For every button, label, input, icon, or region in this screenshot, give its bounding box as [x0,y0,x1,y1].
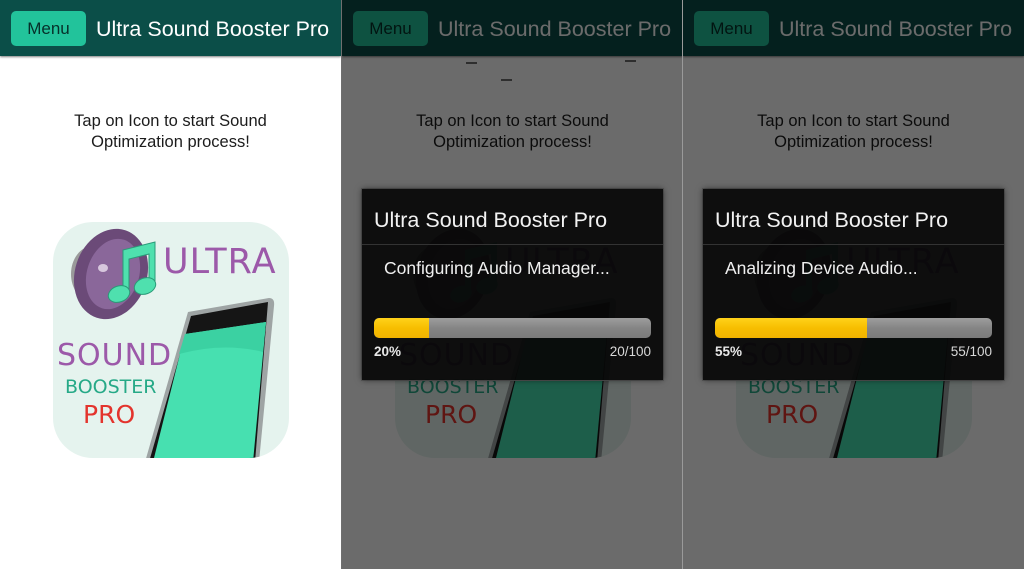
progress-bar [374,318,651,338]
start-optimization-icon-button[interactable]: ULTRA SOUND BOOSTER PRO [53,222,289,458]
artifact-mark [625,60,636,62]
progress-dialog: Ultra Sound Booster Pro Analizing Device… [703,189,1004,380]
artifact-mark [501,79,512,81]
dialog-divider [362,244,663,245]
screen-idle: Menu Ultra Sound Booster Pro Tap on Icon… [0,0,341,569]
icon-word-ultra: ULTRA [163,242,277,282]
progress-bar [715,318,992,338]
artifact-mark [466,62,477,64]
phone-icon [146,298,275,458]
progress-count-label: 20/100 [609,344,651,359]
dialog-message: Analizing Device Audio... [725,258,918,278]
progress-bar-fill [374,318,430,338]
icon-word-booster: BOOSTER [65,376,157,398]
progress-bar-fill [715,318,868,338]
speaker-icon [71,228,149,320]
dialog-title: Ultra Sound Booster Pro [715,208,949,232]
icon-word-pro: PRO [83,400,136,429]
app-bar: Menu Ultra Sound Booster Pro [0,0,341,56]
progress-dialog: Ultra Sound Booster Pro Configuring Audi… [362,189,663,380]
instruction-text: Tap on Icon to start Sound Optimization … [0,111,341,152]
progress-percent-label: 55% [715,344,743,359]
dialog-title: Ultra Sound Booster Pro [374,208,608,232]
screen-analyzing: Menu Ultra Sound Booster Pro Tap on Icon… [683,0,1024,569]
instruction-line-1: Tap on Icon to start Sound [74,112,267,130]
icon-word-sound: SOUND [57,338,173,373]
instruction-line-2: Optimization process! [91,132,250,151]
progress-count-label: 55/100 [950,344,992,359]
app-title: Ultra Sound Booster Pro [96,17,330,41]
menu-button[interactable]: Menu [11,11,86,46]
progress-percent-label: 20% [374,344,402,359]
screen-configuring: Menu Ultra Sound Booster Pro Tap on Icon… [342,0,683,569]
dialog-divider [703,244,1004,245]
dialog-message: Configuring Audio Manager... [384,258,610,278]
